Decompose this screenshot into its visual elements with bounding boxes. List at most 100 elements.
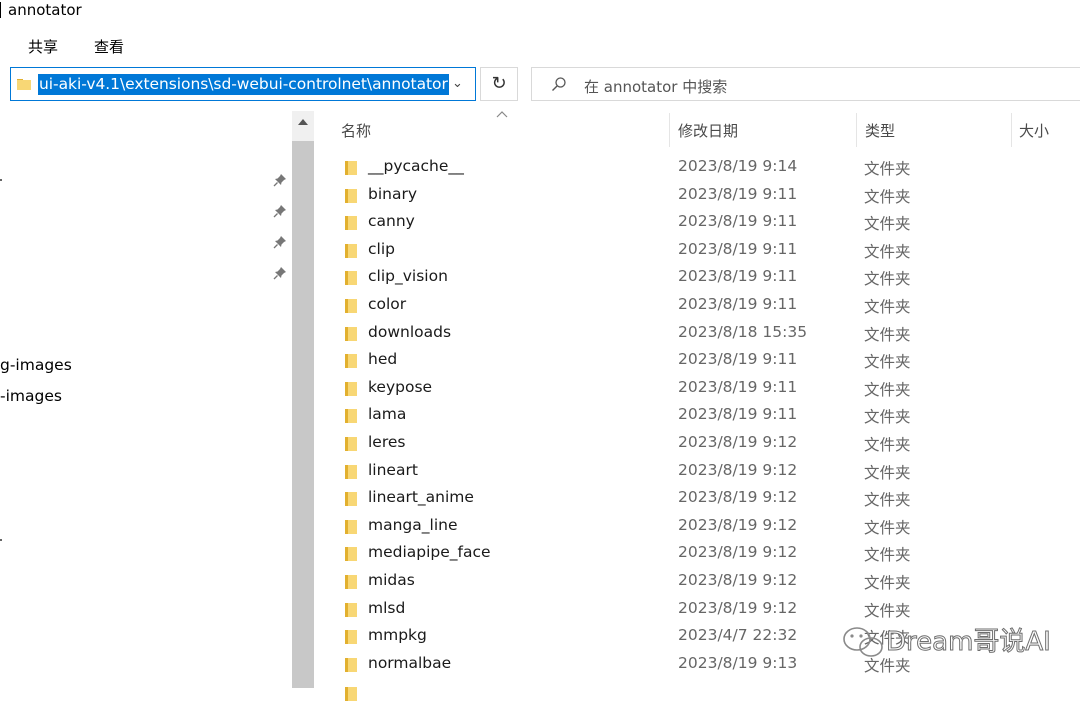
folder-icon: [345, 409, 357, 423]
file-type: 文件夹: [864, 602, 911, 620]
file-name[interactable]: mediapipe_face: [368, 543, 491, 561]
file-type: 文件夹: [864, 298, 911, 316]
file-name[interactable]: clip_vision: [368, 267, 448, 285]
file-name[interactable]: lineart_anime: [368, 488, 474, 506]
file-name[interactable]: manga_line: [368, 516, 457, 534]
file-type: 文件夹: [864, 464, 911, 482]
table-row[interactable]: manga_line 2023/8/19 9:12 文件夹: [333, 513, 1080, 540]
folder-icon: [345, 354, 357, 368]
file-name[interactable]: color: [368, 295, 406, 313]
search-icon: [552, 77, 566, 91]
column-divider[interactable]: [1011, 113, 1012, 147]
table-row[interactable]: midas 2023/8/19 9:12 文件夹: [333, 568, 1080, 595]
file-name[interactable]: clip: [368, 240, 395, 258]
folder-icon: [345, 382, 357, 396]
scroll-up-arrow-icon[interactable]: [296, 116, 310, 128]
address-bar[interactable]: ui-aki-v4.1\extensions\sd-webui-controln…: [10, 67, 476, 101]
nav-item-label[interactable]: -images: [0, 387, 62, 405]
folder-icon: [345, 437, 357, 451]
file-type: 文件夹: [864, 188, 911, 206]
table-row[interactable]: mediapipe_face 2023/8/19 9:12 文件夹: [333, 540, 1080, 567]
file-type: 文件夹: [864, 215, 911, 233]
column-header-type[interactable]: 类型: [865, 120, 895, 141]
table-row[interactable]: lineart 2023/8/19 9:12 文件夹: [333, 458, 1080, 485]
table-row[interactable]: canny 2023/8/19 9:11 文件夹: [333, 209, 1080, 236]
window-title: annotator: [8, 1, 82, 19]
column-divider[interactable]: [669, 113, 670, 147]
file-name[interactable]: leres: [368, 433, 406, 451]
pin-icon[interactable]: [273, 173, 287, 187]
folder-icon: [345, 271, 357, 285]
file-name[interactable]: canny: [368, 212, 415, 230]
file-type: 文件夹: [864, 381, 911, 399]
file-name[interactable]: midas: [368, 571, 415, 589]
nav-item-label[interactable]: g-images: [0, 356, 72, 374]
folder-icon: [345, 216, 357, 230]
file-modified-date: 2023/8/19 9:12: [678, 543, 798, 561]
file-name[interactable]: downloads: [368, 323, 451, 341]
table-row[interactable]: __pycache__ 2023/8/19 9:14 文件夹: [333, 154, 1080, 181]
file-modified-date: 2023/8/19 9:12: [678, 599, 798, 617]
file-modified-date: 2023/8/19 9:13: [678, 654, 798, 672]
file-modified-date: 2023/8/19 9:11: [678, 405, 798, 423]
ribbon-tab-share[interactable]: 共享: [28, 36, 58, 57]
folder-icon: [345, 520, 357, 534]
file-name[interactable]: __pycache__: [368, 157, 464, 175]
file-name[interactable]: mlsd: [368, 599, 405, 617]
table-row[interactable]: color 2023/8/19 9:11 文件夹: [333, 292, 1080, 319]
file-modified-date: 2023/8/19 9:11: [678, 295, 798, 313]
sort-ascending-icon: [496, 111, 508, 118]
table-row[interactable]: clip_vision 2023/8/19 9:11 文件夹: [333, 264, 1080, 291]
file-type: 文件夹: [864, 326, 911, 344]
column-divider[interactable]: [856, 113, 857, 147]
search-input[interactable]: 在 annotator 中搜索: [584, 76, 727, 97]
nav-item-marker: [0, 539, 2, 541]
folder-icon: [345, 299, 357, 313]
table-row[interactable]: lineart_anime 2023/8/19 9:12 文件夹: [333, 485, 1080, 512]
nav-item-marker: [0, 179, 2, 181]
table-row[interactable]: binary 2023/8/19 9:11 文件夹: [333, 182, 1080, 209]
file-name[interactable]: keypose: [368, 378, 432, 396]
file-name[interactable]: lama: [368, 405, 406, 423]
table-row[interactable]: keypose 2023/8/19 9:11 文件夹: [333, 375, 1080, 402]
file-modified-date: 2023/8/19 9:11: [678, 267, 798, 285]
column-header-size[interactable]: 大小: [1019, 120, 1049, 141]
pin-icon[interactable]: [273, 266, 287, 280]
file-name[interactable]: mmpkg: [368, 626, 427, 644]
ribbon-tab-view[interactable]: 查看: [94, 36, 124, 57]
folder-icon: [345, 161, 357, 175]
file-name[interactable]: binary: [368, 185, 417, 203]
nav-scrollbar-thumb[interactable]: [292, 141, 314, 688]
file-modified-date: 2023/8/19 9:11: [678, 240, 798, 258]
table-row[interactable]: hed 2023/8/19 9:11 文件夹: [333, 347, 1080, 374]
file-modified-date: 2023/8/19 9:12: [678, 433, 798, 451]
column-header-name[interactable]: 名称: [341, 120, 371, 141]
pin-icon[interactable]: [273, 235, 287, 249]
table-row[interactable]: mlsd 2023/8/19 9:12 文件夹: [333, 596, 1080, 623]
file-modified-date: 2023/8/19 9:12: [678, 571, 798, 589]
file-modified-date: 2023/8/19 9:11: [678, 212, 798, 230]
file-type: 文件夹: [864, 270, 911, 288]
file-name[interactable]: normalbae: [368, 654, 451, 672]
file-modified-date: 2023/8/19 9:11: [678, 350, 798, 368]
pin-icon[interactable]: [273, 204, 287, 218]
file-type: 文件夹: [864, 574, 911, 592]
table-row[interactable]: [333, 680, 1080, 707]
column-header-date[interactable]: 修改日期: [678, 120, 738, 141]
folder-icon: [345, 547, 357, 561]
file-type: 文件夹: [864, 408, 911, 426]
file-name[interactable]: hed: [368, 350, 397, 368]
table-row[interactable]: leres 2023/8/19 9:12 文件夹: [333, 430, 1080, 457]
folder-icon: [345, 465, 357, 479]
address-path[interactable]: ui-aki-v4.1\extensions\sd-webui-controln…: [38, 74, 449, 95]
table-row[interactable]: downloads 2023/8/18 15:35 文件夹: [333, 320, 1080, 347]
folder-icon: [345, 630, 357, 644]
table-row[interactable]: clip 2023/8/19 9:11 文件夹: [333, 237, 1080, 264]
file-type: 文件夹: [864, 353, 911, 371]
table-row[interactable]: lama 2023/8/19 9:11 文件夹: [333, 402, 1080, 429]
refresh-button[interactable]: ↻: [480, 67, 518, 101]
chevron-down-icon[interactable]: ⌄: [452, 76, 463, 91]
file-name[interactable]: lineart: [368, 461, 418, 479]
folder-icon: [345, 658, 357, 672]
search-box[interactable]: 在 annotator 中搜索: [531, 67, 1080, 101]
